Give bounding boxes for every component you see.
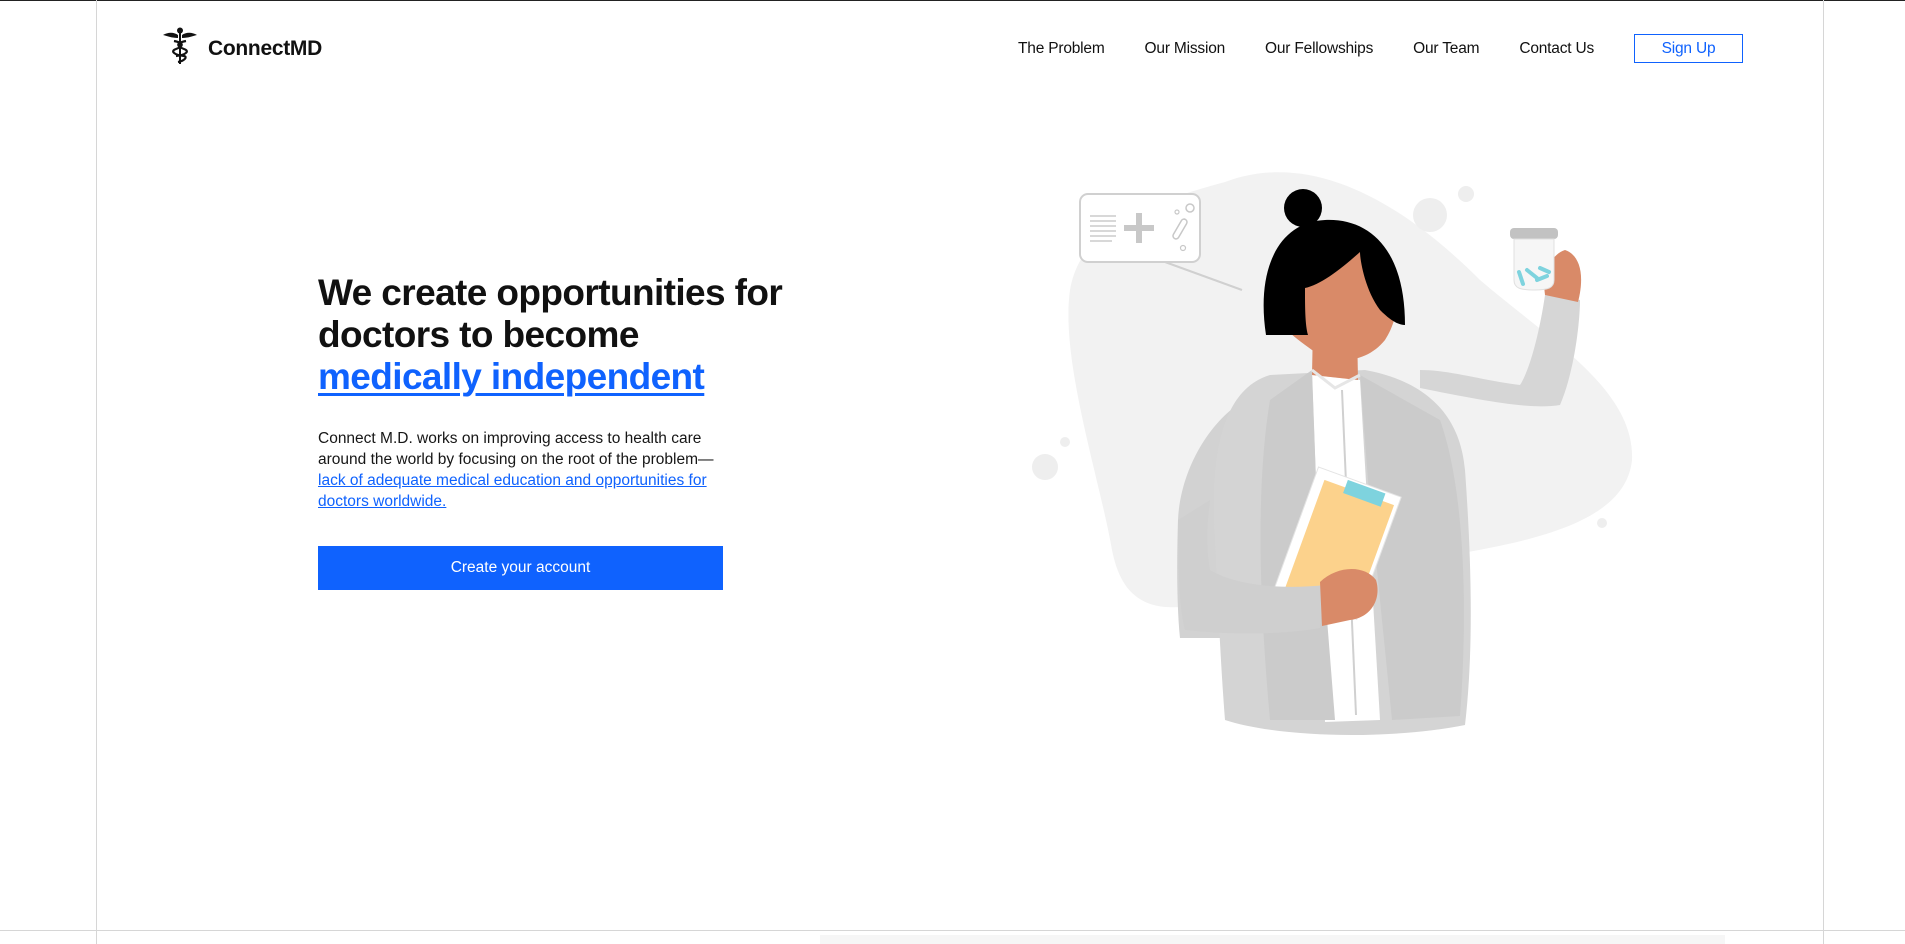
window-top-border xyxy=(0,0,1905,1)
main-nav: The Problem Our Mission Our Fellowships … xyxy=(978,34,1743,63)
brand-logo-link[interactable]: ConnectMD xyxy=(162,26,322,71)
nav-link-our-fellowships[interactable]: Our Fellowships xyxy=(1265,40,1373,58)
nav-link-contact-us[interactable]: Contact Us xyxy=(1519,40,1594,58)
hero-description: Connect M.D. works on improving access t… xyxy=(318,428,738,512)
create-account-button[interactable]: Create your account xyxy=(318,546,723,590)
layout-guide-left xyxy=(96,0,97,944)
nav-link-the-problem[interactable]: The Problem xyxy=(1018,40,1105,58)
hero-description-link[interactable]: lack of adequate medical education and o… xyxy=(318,472,707,510)
hero-description-text: Connect M.D. works on improving access t… xyxy=(318,430,714,468)
next-section-edge xyxy=(820,935,1725,944)
layout-guide-right xyxy=(1823,0,1824,944)
hero-title: We create opportunities for doctors to b… xyxy=(318,272,838,398)
hero-title-accent: medically independent xyxy=(318,356,705,397)
nav-link-our-team[interactable]: Our Team xyxy=(1413,40,1479,58)
caduceus-icon xyxy=(162,26,198,71)
doctor-illustration xyxy=(1020,160,1660,750)
sign-up-button[interactable]: Sign Up xyxy=(1634,34,1743,63)
hero-title-line-1: We create opportunities for xyxy=(318,272,783,313)
layout-guide-bottom xyxy=(0,930,1905,931)
brand-name: ConnectMD xyxy=(208,36,322,60)
hero-title-line-2: doctors to become xyxy=(318,314,639,355)
nav-link-our-mission[interactable]: Our Mission xyxy=(1145,40,1226,58)
